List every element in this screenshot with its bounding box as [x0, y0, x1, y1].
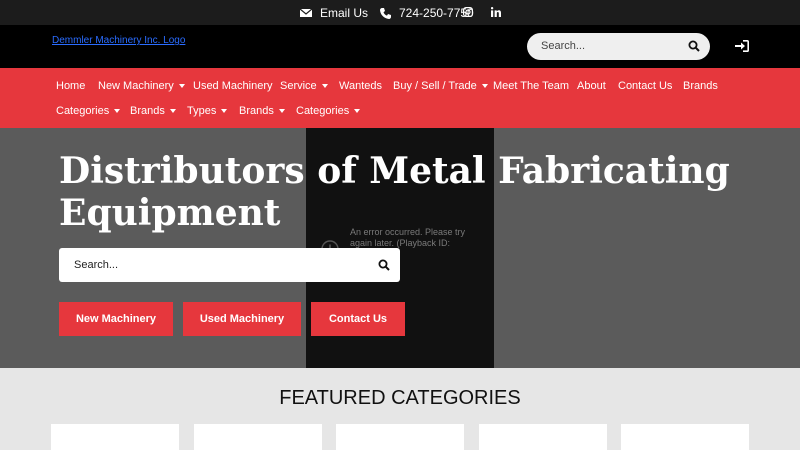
nav-item-wanteds[interactable]: Wanteds [339, 80, 382, 92]
featured-categories-heading: FEATURED CATEGORIES [279, 387, 521, 409]
nav-label: Brands [683, 80, 718, 92]
nav-label: Brands [239, 105, 274, 117]
email-link[interactable]: Email Us [300, 6, 368, 20]
nav-label: Used Machinery [193, 80, 273, 92]
phone-icon [380, 7, 391, 19]
nav-label: Meet The Team [493, 80, 570, 92]
category-card[interactable] [336, 424, 464, 450]
nav-label: Contact Us [618, 80, 673, 92]
site-header: Demmler Machinery Inc. Logo Search... [0, 25, 800, 68]
nav-item-about[interactable]: About [577, 80, 606, 92]
nav-label: Home [56, 80, 86, 92]
chevron-down-icon [321, 84, 328, 88]
nav-item-brands[interactable]: Brands [683, 80, 718, 92]
chevron-down-icon [278, 109, 285, 113]
nav-item-categories[interactable]: Categories [56, 105, 121, 117]
nav-label: About [577, 80, 606, 92]
nav-item-meet-the-team[interactable]: Meet The Team [493, 80, 569, 92]
nav-item-brands-2[interactable]: Brands [130, 105, 176, 117]
nav-label: Categories [56, 105, 110, 117]
site-logo[interactable]: Demmler Machinery Inc. Logo [52, 35, 185, 46]
search-icon[interactable] [378, 259, 390, 271]
header-search-placeholder: Search... [541, 40, 586, 52]
nav-label: New Machinery [98, 80, 174, 92]
nav-item-home[interactable]: Home [56, 80, 85, 92]
category-card[interactable] [51, 424, 179, 450]
linkedin-link[interactable] [491, 7, 501, 17]
email-label: Email Us [320, 6, 369, 20]
chevron-down-icon [169, 109, 176, 113]
phone-link[interactable]: 724-250-7750 [380, 6, 474, 20]
chevron-down-icon [221, 109, 228, 113]
chevron-down-icon [178, 84, 185, 88]
used-machinery-button[interactable]: Used Machinery [183, 302, 301, 336]
header-search-input[interactable]: Search... [527, 33, 710, 60]
nav-item-contact-us[interactable]: Contact Us [618, 80, 672, 92]
hero-search-input[interactable]: Search... [59, 248, 400, 282]
chevron-down-icon [481, 84, 488, 88]
nav-label: Categories [296, 105, 350, 117]
linkedin-icon [491, 7, 501, 17]
nav-item-types[interactable]: Types [187, 105, 228, 117]
search-icon[interactable] [688, 40, 700, 52]
envelope-icon [300, 8, 312, 17]
main-navigation: Home New Machinery Used Machinery Servic… [0, 68, 800, 128]
chevron-down-icon [114, 109, 121, 113]
chevron-down-icon [354, 109, 361, 113]
nav-label: Buy / Sell / Trade [393, 80, 477, 92]
nav-label: Brands [130, 105, 165, 117]
nav-item-categories-2[interactable]: Categories [296, 105, 361, 117]
nav-item-service[interactable]: Service [280, 80, 328, 92]
login-icon[interactable] [735, 40, 749, 52]
contact-us-button[interactable]: Contact Us [311, 302, 405, 336]
category-card[interactable] [194, 424, 322, 450]
category-card[interactable] [621, 424, 749, 450]
instagram-link[interactable] [463, 7, 473, 17]
nav-item-brands-3[interactable]: Brands [239, 105, 285, 117]
nav-item-buy-sell-trade[interactable]: Buy / Sell / Trade [393, 80, 488, 92]
hero-section: An error occurred. Please try again late… [0, 128, 800, 368]
nav-item-used-machinery[interactable]: Used Machinery [193, 80, 272, 92]
instagram-icon [463, 7, 473, 17]
category-card[interactable] [479, 424, 607, 450]
hero-search-placeholder: Search... [74, 259, 119, 271]
hero-title: Distributors of Metal Fabricating Equipm… [59, 150, 730, 234]
nav-item-new-machinery[interactable]: New Machinery [98, 80, 185, 92]
nav-label: Service [280, 80, 317, 92]
new-machinery-button[interactable]: New Machinery [59, 302, 173, 336]
top-utility-bar: Email Us 724-250-7750 [0, 0, 800, 25]
nav-label: Wanteds [339, 80, 383, 92]
nav-label: Types [187, 105, 217, 117]
